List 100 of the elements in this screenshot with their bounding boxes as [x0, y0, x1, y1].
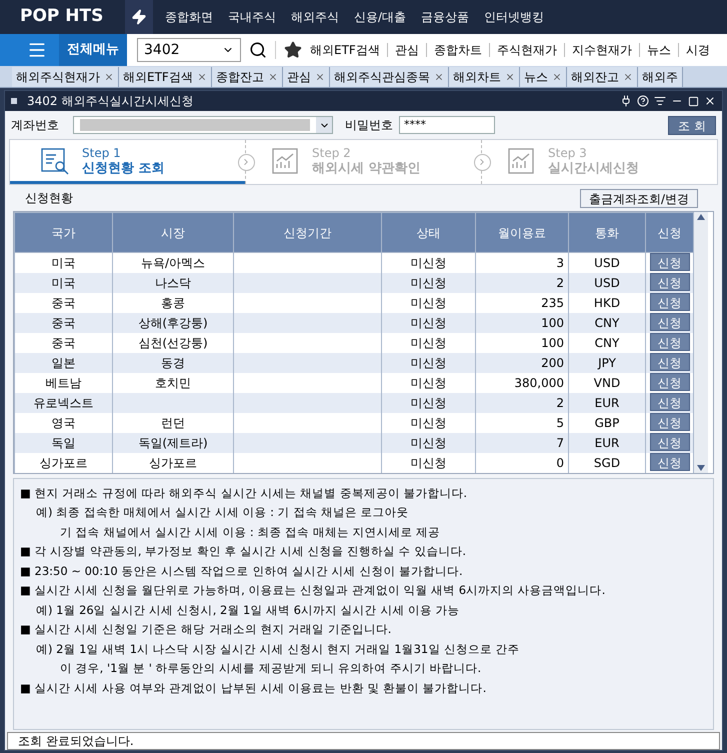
top-menu-item[interactable]: 인터넷뱅킹 [484, 8, 544, 26]
table-cell: 380,000 [514, 376, 564, 390]
table-cell: 런던 [161, 416, 185, 430]
table-cell: 동경 [161, 356, 185, 370]
column-header: 국가 [14, 212, 112, 252]
table-cell: 유로넥스트 [34, 396, 94, 410]
notice-line: ■ 현지 거래소 규정에 따라 해외주식 실시간 시세는 채널별 중복제공이 불가합니다. [20, 484, 468, 502]
table-cell: 중국 [52, 296, 76, 310]
top-menu-item[interactable]: 금융상품 [421, 8, 470, 26]
window-grip-icon [11, 98, 17, 104]
table-cell: 235 [541, 296, 564, 310]
table-cell: 호치민 [155, 376, 191, 390]
step-label: 해외시세 약관확인 [312, 160, 421, 176]
shortcut-link[interactable]: 종합차트 [434, 41, 482, 59]
shortcut-link[interactable]: 뉴스 [646, 41, 671, 59]
table-cell: 독일(제트라) [138, 436, 208, 450]
table-cell: CNY [594, 316, 620, 330]
table-cell: USD [594, 256, 620, 270]
screen-tab[interactable]: 해외주식현재가 [12, 66, 119, 86]
table-cell: 100 [541, 316, 564, 330]
screen-tab[interactable]: 해외차트 [448, 66, 520, 86]
maximize-icon[interactable] [688, 96, 699, 106]
notice-line: 예) 최종 접속한 매체에서 실시간 시세 이용 : 기 접속 채널은 로그아웃 [35, 504, 410, 521]
shortcut-link[interactable]: 주식현재가 [496, 41, 557, 59]
step-number: Step 2 [312, 144, 352, 160]
table-cell: 나스닥 [155, 276, 191, 290]
shortcut-link[interactable]: 해외ETF검색 [310, 41, 380, 59]
notice-line: 예) 2월 1일 새벽 1시 나스닥 시장 실시간 시세 신청시 현지 거래일 1월31일 신청으로 간주 [35, 640, 521, 658]
shortcut-link[interactable]: 시경 [686, 41, 710, 59]
scroll-down-icon[interactable] [697, 464, 705, 470]
table-cell: SGD [594, 456, 620, 470]
apply-button[interactable]: 신청 [650, 453, 690, 471]
table-cell: 200 [541, 356, 564, 370]
apply-button[interactable]: 신청 [650, 293, 690, 311]
apply-button[interactable]: 신청 [650, 273, 690, 291]
apply-button[interactable]: 신청 [650, 433, 690, 451]
apply-button[interactable]: 신청 [650, 373, 690, 391]
notice-line: ■ 실시간 시세 신청일 기준은 해당 거래소의 현지 거래일 기준입니다. [20, 621, 392, 638]
section-title: 신청현황 [25, 190, 73, 207]
screen-tab[interactable]: 관심 [282, 66, 330, 86]
apply-button[interactable]: 신청 [650, 413, 690, 431]
screen-code-field[interactable]: 3402 [137, 38, 241, 62]
screen-tab[interactable]: 해외주 [638, 66, 683, 86]
table-cell: 미신청 [410, 456, 446, 470]
table-cell: 홍콩 [161, 296, 185, 310]
table-cell: 미국 [52, 276, 76, 290]
help-icon[interactable] [637, 95, 649, 107]
all-menu-button[interactable]: 전체메뉴 [59, 34, 127, 66]
table-cell: 7 [556, 436, 564, 450]
apply-button[interactable]: 신청 [650, 353, 690, 371]
scrollbar[interactable] [694, 212, 708, 472]
table-cell: 일본 [52, 356, 76, 370]
query-button[interactable]: 조 회 [668, 116, 716, 134]
table-cell: 5 [556, 416, 564, 430]
top-menu-item[interactable]: 국내주식 [228, 8, 276, 26]
table-cell: JPY [598, 356, 616, 370]
step-label: 실시간시세신청 [548, 160, 639, 176]
screen-tab[interactable]: 종합잔고 [212, 66, 283, 86]
table-cell: GBP [594, 416, 620, 430]
table-cell: 미신청 [410, 436, 446, 450]
top-menu-item[interactable]: 해외주식 [291, 8, 339, 26]
table-cell: 싱가포르 [149, 456, 197, 470]
lightning-icon[interactable] [131, 9, 147, 25]
screen-tab[interactable]: 뉴스 [520, 66, 567, 86]
table-cell: 100 [541, 336, 564, 350]
notice-line: 기 접속 채널에서 실시간 시세 이용 : 최종 접속 매체는 지연시세로 제공 [59, 524, 442, 540]
search-icon[interactable] [249, 41, 267, 59]
table-cell: 3 [556, 256, 564, 270]
shortcut-link[interactable]: 관심 [394, 41, 419, 59]
apply-button[interactable]: 신청 [650, 333, 690, 351]
notice-line: ■ 실시간 시세 사용 여부와 관계없이 납부된 시세 이용료는 반환 및 환불이 불가합니다. [20, 680, 488, 696]
step-label: 신청현황 조회 [82, 160, 165, 176]
screen-tab[interactable]: 해외잔고 [566, 66, 638, 86]
withdrawal-account-button[interactable]: 출금계좌조회/변경 [580, 188, 698, 208]
apply-button[interactable]: 신청 [650, 393, 690, 411]
notice-line: ■ 23:50 ~ 00:10 동안은 시스템 작업으로 인하여 실시간 시세 신청이 불가합니다. [20, 562, 464, 580]
table-cell: 뉴욕/아멕스 [140, 256, 206, 270]
shortcut-link[interactable]: 지수현재가 [572, 41, 632, 59]
apply-button[interactable]: 신청 [650, 313, 690, 331]
table-cell: 미국 [52, 256, 76, 270]
table-cell: 미신청 [410, 376, 446, 390]
plug-icon[interactable] [620, 95, 632, 107]
table-cell: 심천(선강퉁) [138, 336, 208, 350]
screen-tab[interactable]: 해외주식관심종목 [330, 66, 449, 86]
password-field[interactable]: **** [399, 116, 495, 134]
table-cell: 상해(후강퉁) [138, 316, 208, 330]
close-icon[interactable] [704, 95, 716, 107]
top-menu-item[interactable]: 신용/대출 [354, 8, 406, 26]
scroll-up-icon[interactable] [697, 214, 705, 220]
apply-button[interactable]: 신청 [650, 253, 690, 272]
screen-tab[interactable]: 해외ETF검색 [119, 66, 212, 86]
chart-icon [506, 146, 536, 176]
app-logo: POP HTS [19, 5, 104, 28]
table-cell: 베트남 [46, 376, 82, 390]
notice-line: 이 경우, '1월 분 ' 하루동안의 시세를 제공받게 되니 유의하여 주시기 바랍니다. [59, 660, 482, 677]
list-icon[interactable] [654, 95, 666, 107]
table-cell: CNY [594, 336, 620, 350]
status-bar: 조회 완료되었습니다. [7, 732, 720, 750]
top-menu-item[interactable]: 종합화면 [165, 8, 213, 26]
star-icon[interactable] [284, 41, 302, 59]
